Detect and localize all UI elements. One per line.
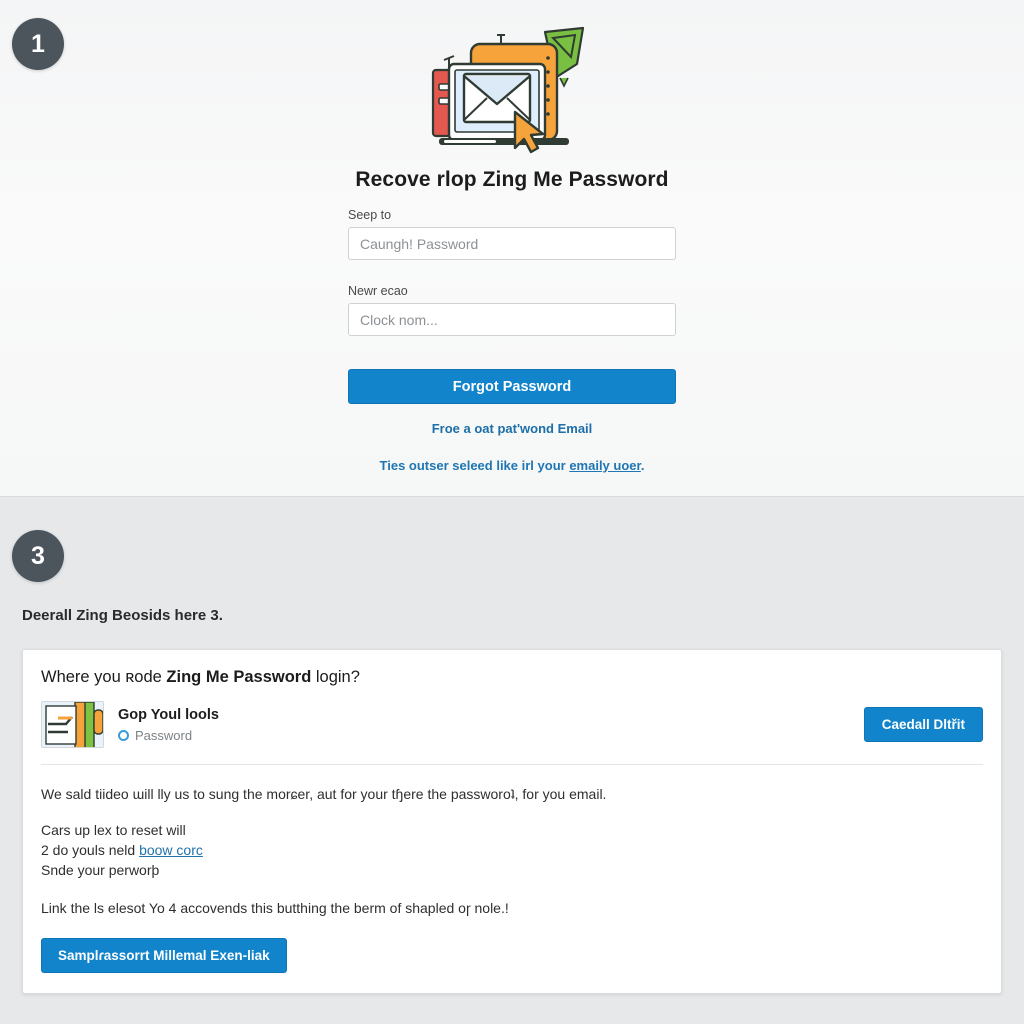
recovery-code-input[interactable] [348,303,676,336]
source-subtitle: Password [118,728,864,743]
card-question-prefix: Where you ʀode [41,668,167,686]
field-two-label: Newr ecao [348,284,408,298]
recovery-panel: Recove rlop Zing Me Password Seep to New… [0,0,1024,497]
card-body: We sald tiideo ɯill lly us to sung the m… [41,765,983,974]
field-group-one: Seep to [348,208,676,260]
comment-bubble-icon [118,729,129,741]
card-closing-paragraph: Link the ls elesot Yo 4 accovends this b… [41,899,509,916]
page-title: Recove rlop Zing Me Password [355,168,669,191]
card-line-1: Cars up lex to reset will [41,822,186,839]
card-cta-button[interactable]: Samplɾassorrt Millemal Exen-liak [41,938,287,974]
card-line-2: 2 do youls neld boow corc [41,841,983,861]
results-panel: Deerall Zing Beosids here 3. Where you ʀ… [0,497,1024,1024]
source-thumbnail[interactable] [41,701,104,748]
field-one-label: Seep to [348,208,392,222]
card-line-list: Cars up lex to reset will 2 do youls nel… [41,821,983,881]
card-question-strong: Zing Me Password [166,668,312,686]
reset-password-email-link[interactable]: Froe a oat pat'wond Email [348,421,676,436]
result-card: Where you ʀode Zing Me Password login? G… [22,649,1002,995]
card-line-2-text: 2 do youls neld [41,842,140,859]
recovery-note: Ties outser seleed like irl your emaily … [348,458,676,473]
section-caption: Deerall Zing Beosids here 3. [22,607,223,624]
recovery-note-link[interactable]: emaily uoer [569,458,641,473]
card-source-row: Gop Youl lools Password Caedall Dltřit [41,701,983,765]
source-meta: Gop Youl lools Password [118,706,864,743]
page-root: Recove rlop Zing Me Password Seep to New… [0,0,1024,1024]
recovery-form: Seep to Newr ecao Forgot Password Froe a… [348,208,676,473]
recovery-note-suffix: . [640,458,645,473]
source-subtitle-label: Password [135,727,193,743]
email-recovery-illustration [427,26,597,154]
forgot-password-button[interactable]: Forgot Password [348,369,676,404]
card-question: Where you ʀode Zing Me Password login? [41,668,983,687]
step-badge-1: 1 [12,18,64,70]
source-title[interactable]: Gop Youl lools [118,706,864,725]
card-line-3: Snde your perworþ [41,862,160,879]
recovery-identifier-input[interactable] [348,227,676,260]
step-badge-3: 3 [12,530,64,582]
card-paragraph: We sald tiideo ɯill lly us to sung the m… [41,786,607,802]
card-question-suffix: login? [311,668,360,686]
recovery-note-prefix: Ties outser seleed like irl your [379,458,570,473]
card-inline-link[interactable]: boow corc [139,842,203,858]
card-action-button[interactable]: Caedall Dltřit [863,707,983,742]
field-group-two: Newr ecao [348,284,676,336]
